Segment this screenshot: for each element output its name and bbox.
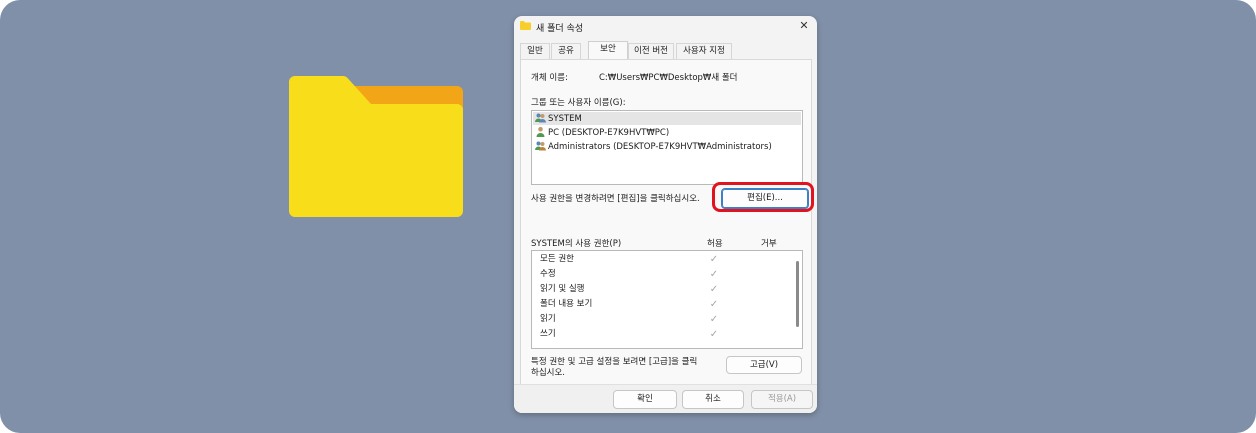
tab-sharing[interactable]: 공유 bbox=[551, 43, 581, 59]
allow-check-icon: ✓ bbox=[709, 269, 719, 280]
user-icon bbox=[536, 126, 545, 137]
users-list: SYSTEM PC (DESKTOP-E7K9HVT₩PC) Administr… bbox=[531, 110, 803, 185]
permissions-list: 모든 권한 ✓ 수정 ✓ 읽기 및 실행 ✓ 폴더 내용 보기 ✓ 읽기 ✓ 쓰… bbox=[531, 250, 803, 349]
permission-name: 폴더 내용 보기 bbox=[540, 299, 593, 309]
deny-header: 거부 bbox=[761, 239, 777, 249]
close-icon: ✕ bbox=[799, 19, 809, 32]
list-item[interactable]: SYSTEM bbox=[533, 112, 801, 125]
desktop-background: 새 폴더 속성 ✕ 일반 공유 보안 이전 버전 사용자 지정 개체 이름: C… bbox=[0, 0, 1256, 433]
tab-previous-versions[interactable]: 이전 버전 bbox=[628, 43, 674, 59]
user-name: Administrators (DESKTOP-E7K9HVT₩Administ… bbox=[548, 142, 772, 152]
allow-header: 허용 bbox=[707, 239, 723, 249]
permission-name: 모든 권한 bbox=[540, 254, 574, 264]
folder-small-icon bbox=[520, 21, 531, 30]
table-row: 수정 ✓ bbox=[532, 267, 790, 282]
security-panel: 개체 이름: C:₩Users₩PC₩Desktop₩새 폴더 그룹 또는 사용… bbox=[520, 59, 812, 386]
title-bar: 새 폴더 속성 ✕ bbox=[514, 16, 817, 38]
object-name-label: 개체 이름: bbox=[531, 73, 568, 83]
advanced-hint-line2: 하십시오. bbox=[531, 368, 565, 378]
permission-name: 읽기 bbox=[540, 314, 556, 324]
permission-name: 수정 bbox=[540, 269, 556, 279]
list-item[interactable]: Administrators (DESKTOP-E7K9HVT₩Administ… bbox=[535, 140, 772, 153]
tab-customize[interactable]: 사용자 지정 bbox=[676, 43, 732, 59]
allow-check-icon: ✓ bbox=[709, 299, 719, 310]
change-permissions-hint: 사용 권한을 변경하려면 [편집]을 클릭하십시오. bbox=[531, 194, 700, 204]
permission-name: 쓰기 bbox=[540, 329, 556, 339]
group-user-icon bbox=[535, 113, 546, 123]
advanced-button[interactable]: 고급(V) bbox=[726, 356, 802, 374]
tab-security[interactable]: 보안 bbox=[588, 41, 628, 59]
table-row: 모든 권한 ✓ bbox=[532, 252, 790, 267]
group-users-label: 그룹 또는 사용자 이름(G): bbox=[531, 98, 626, 108]
group-user-icon bbox=[535, 141, 546, 151]
table-row: 폴더 내용 보기 ✓ bbox=[532, 297, 790, 312]
allow-check-icon: ✓ bbox=[709, 329, 719, 340]
ok-button[interactable]: 확인 bbox=[613, 390, 677, 409]
table-row: 쓰기 ✓ bbox=[532, 327, 790, 342]
user-name: SYSTEM bbox=[548, 114, 582, 124]
list-item[interactable]: PC (DESKTOP-E7K9HVT₩PC) bbox=[535, 126, 669, 139]
edit-button-highlight bbox=[712, 182, 814, 212]
close-button[interactable]: ✕ bbox=[795, 18, 813, 34]
allow-check-icon: ✓ bbox=[709, 254, 719, 265]
apply-button[interactable]: 적용(A) bbox=[751, 390, 813, 409]
dialog-title: 새 폴더 속성 bbox=[536, 24, 584, 34]
table-row: 읽기 ✓ bbox=[532, 312, 790, 327]
allow-check-icon: ✓ bbox=[709, 284, 719, 295]
allow-check-icon: ✓ bbox=[709, 314, 719, 325]
permission-name: 읽기 및 실행 bbox=[540, 284, 585, 294]
properties-dialog: 새 폴더 속성 ✕ 일반 공유 보안 이전 버전 사용자 지정 개체 이름: C… bbox=[514, 16, 817, 413]
user-name: PC (DESKTOP-E7K9HVT₩PC) bbox=[548, 128, 670, 138]
permissions-label: SYSTEM의 사용 권한(P) bbox=[531, 239, 622, 249]
folder-icon bbox=[289, 76, 463, 217]
object-name-value: C:₩Users₩PC₩Desktop₩새 폴더 bbox=[599, 73, 738, 83]
scrollbar[interactable] bbox=[796, 261, 799, 327]
cancel-button[interactable]: 취소 bbox=[682, 390, 744, 409]
tab-general[interactable]: 일반 bbox=[520, 43, 550, 59]
table-row: 읽기 및 실행 ✓ bbox=[532, 282, 790, 297]
dialog-footer: 확인 취소 적용(A) bbox=[514, 384, 817, 413]
